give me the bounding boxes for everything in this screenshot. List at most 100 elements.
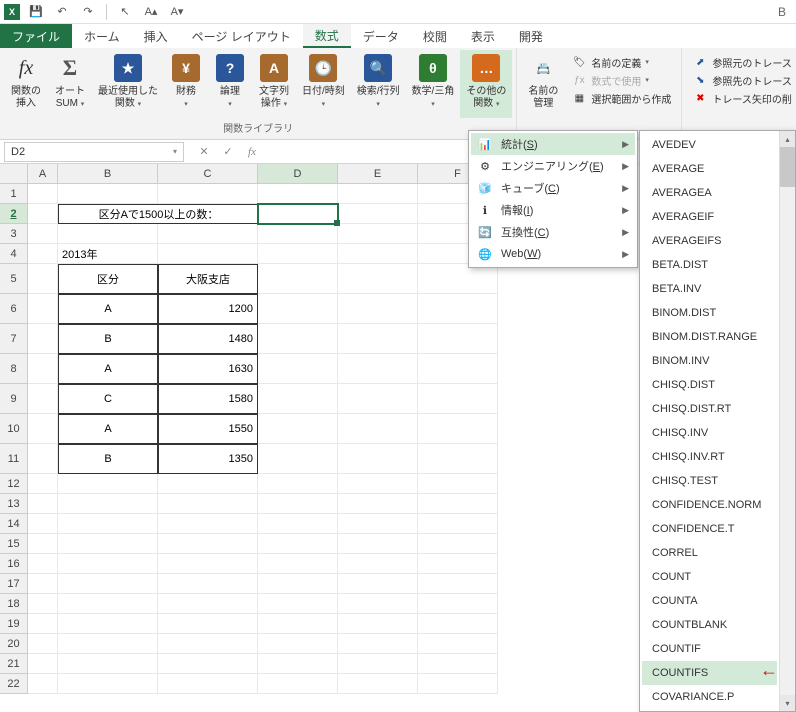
- cell-F11[interactable]: [418, 444, 498, 474]
- name-manager-button[interactable]: 📇 名前の管理: [521, 50, 565, 122]
- cell-E13[interactable]: [338, 494, 418, 514]
- cell-C22[interactable]: [158, 674, 258, 694]
- cell-D22[interactable]: [258, 674, 338, 694]
- cell-D3[interactable]: [258, 224, 338, 244]
- save-icon[interactable]: 💾: [26, 2, 46, 22]
- row-header-16[interactable]: 16: [0, 554, 28, 574]
- cell-A3[interactable]: [28, 224, 58, 244]
- cell-C10[interactable]: 1550: [158, 414, 258, 444]
- cell-F21[interactable]: [418, 654, 498, 674]
- insert-function-button[interactable]: fx 関数の挿入: [4, 50, 48, 118]
- cell-C16[interactable]: [158, 554, 258, 574]
- text-button[interactable]: A 文字列操作 ▾: [252, 50, 296, 118]
- function-item-binom-dist-range[interactable]: BINOM.DIST.RANGE: [642, 325, 777, 349]
- cell-A9[interactable]: [28, 384, 58, 414]
- menu-cube[interactable]: 🧊 キューブ(C) ▶: [471, 177, 635, 199]
- more-functions-button[interactable]: … その他の関数 ▾: [460, 50, 512, 118]
- cell-C12[interactable]: [158, 474, 258, 494]
- cell-E20[interactable]: [338, 634, 418, 654]
- cell-B1[interactable]: [58, 184, 158, 204]
- cell-B6[interactable]: A: [58, 294, 158, 324]
- function-item-averageif[interactable]: AVERAGEIF: [642, 205, 777, 229]
- cell-C9[interactable]: 1580: [158, 384, 258, 414]
- cell-C17[interactable]: [158, 574, 258, 594]
- tab-view[interactable]: 表示: [459, 24, 507, 48]
- cell-B11[interactable]: B: [58, 444, 158, 474]
- function-item-averageifs[interactable]: AVERAGEIFS: [642, 229, 777, 253]
- tab-insert[interactable]: 挿入: [132, 24, 180, 48]
- trace-dependents-button[interactable]: ⬊参照先のトレース: [692, 72, 792, 88]
- row-header-14[interactable]: 14: [0, 514, 28, 534]
- function-item-chisq-test[interactable]: CHISQ.TEST: [642, 469, 777, 493]
- cell-E4[interactable]: [338, 244, 418, 264]
- cell-D14[interactable]: [258, 514, 338, 534]
- function-item-count[interactable]: COUNT: [642, 565, 777, 589]
- row-header-12[interactable]: 12: [0, 474, 28, 494]
- financial-button[interactable]: ¥ 財務▾: [164, 50, 208, 118]
- cell-A5[interactable]: [28, 264, 58, 294]
- cell-A18[interactable]: [28, 594, 58, 614]
- cell-B22[interactable]: [58, 674, 158, 694]
- cell-B18[interactable]: [58, 594, 158, 614]
- cell-F18[interactable]: [418, 594, 498, 614]
- cell-A19[interactable]: [28, 614, 58, 634]
- cell-F15[interactable]: [418, 534, 498, 554]
- pointer-icon[interactable]: ↖: [115, 2, 135, 22]
- cell-E6[interactable]: [338, 294, 418, 324]
- row-header-21[interactable]: 21: [0, 654, 28, 674]
- cell-A16[interactable]: [28, 554, 58, 574]
- cell-A13[interactable]: [28, 494, 58, 514]
- define-name-button[interactable]: 🏷名前の定義 ▾: [571, 54, 671, 70]
- row-header-1[interactable]: 1: [0, 184, 28, 204]
- row-header-22[interactable]: 22: [0, 674, 28, 694]
- cell-B20[interactable]: [58, 634, 158, 654]
- cell-A15[interactable]: [28, 534, 58, 554]
- math-button[interactable]: θ 数学/三角▾: [406, 50, 461, 118]
- name-box-dropdown-icon[interactable]: ▾: [173, 147, 177, 156]
- cell-B14[interactable]: [58, 514, 158, 534]
- row-header-8[interactable]: 8: [0, 354, 28, 384]
- row-header-9[interactable]: 9: [0, 384, 28, 414]
- cell-E10[interactable]: [338, 414, 418, 444]
- use-in-formula-button[interactable]: ƒx数式で使用 ▾: [571, 72, 671, 88]
- function-item-confidence-t[interactable]: CONFIDENCE.T: [642, 517, 777, 541]
- recent-functions-button[interactable]: ★ 最近使用した関数 ▾: [92, 50, 164, 118]
- cancel-icon[interactable]: ✕: [194, 143, 214, 161]
- cell-A17[interactable]: [28, 574, 58, 594]
- cell-E17[interactable]: [338, 574, 418, 594]
- cell-A21[interactable]: [28, 654, 58, 674]
- tab-data[interactable]: データ: [351, 24, 411, 48]
- cell-E8[interactable]: [338, 354, 418, 384]
- cell-B12[interactable]: [58, 474, 158, 494]
- cell-F16[interactable]: [418, 554, 498, 574]
- cell-F20[interactable]: [418, 634, 498, 654]
- cell-F17[interactable]: [418, 574, 498, 594]
- function-item-binom-dist[interactable]: BINOM.DIST: [642, 301, 777, 325]
- cell-E21[interactable]: [338, 654, 418, 674]
- col-header-C[interactable]: C: [158, 164, 258, 184]
- scroll-up-icon[interactable]: ▴: [780, 131, 795, 147]
- enter-icon[interactable]: ✓: [218, 143, 238, 161]
- trace-precedents-button[interactable]: ⬈参照元のトレース: [692, 54, 792, 70]
- cell-E19[interactable]: [338, 614, 418, 634]
- row-header-10[interactable]: 10: [0, 414, 28, 444]
- cell-A14[interactable]: [28, 514, 58, 534]
- datetime-button[interactable]: 🕒 日付/時刻▾: [296, 50, 351, 118]
- cell-E9[interactable]: [338, 384, 418, 414]
- cell-C8[interactable]: 1630: [158, 354, 258, 384]
- row-header-18[interactable]: 18: [0, 594, 28, 614]
- function-item-countblank[interactable]: COUNTBLANK: [642, 613, 777, 637]
- cell-C11[interactable]: 1350: [158, 444, 258, 474]
- cell-D20[interactable]: [258, 634, 338, 654]
- menu-engineering[interactable]: ⚙ エンジニアリング(E) ▶: [471, 155, 635, 177]
- cell-B10[interactable]: A: [58, 414, 158, 444]
- autosum-button[interactable]: Σ オートSUM ▾: [48, 50, 92, 118]
- function-item-confidence-norm[interactable]: CONFIDENCE.NORM: [642, 493, 777, 517]
- cell-A8[interactable]: [28, 354, 58, 384]
- row-header-20[interactable]: 20: [0, 634, 28, 654]
- cell-D18[interactable]: [258, 594, 338, 614]
- cell-B16[interactable]: [58, 554, 158, 574]
- cell-E22[interactable]: [338, 674, 418, 694]
- function-item-chisq-inv-rt[interactable]: CHISQ.INV.RT: [642, 445, 777, 469]
- cell-F13[interactable]: [418, 494, 498, 514]
